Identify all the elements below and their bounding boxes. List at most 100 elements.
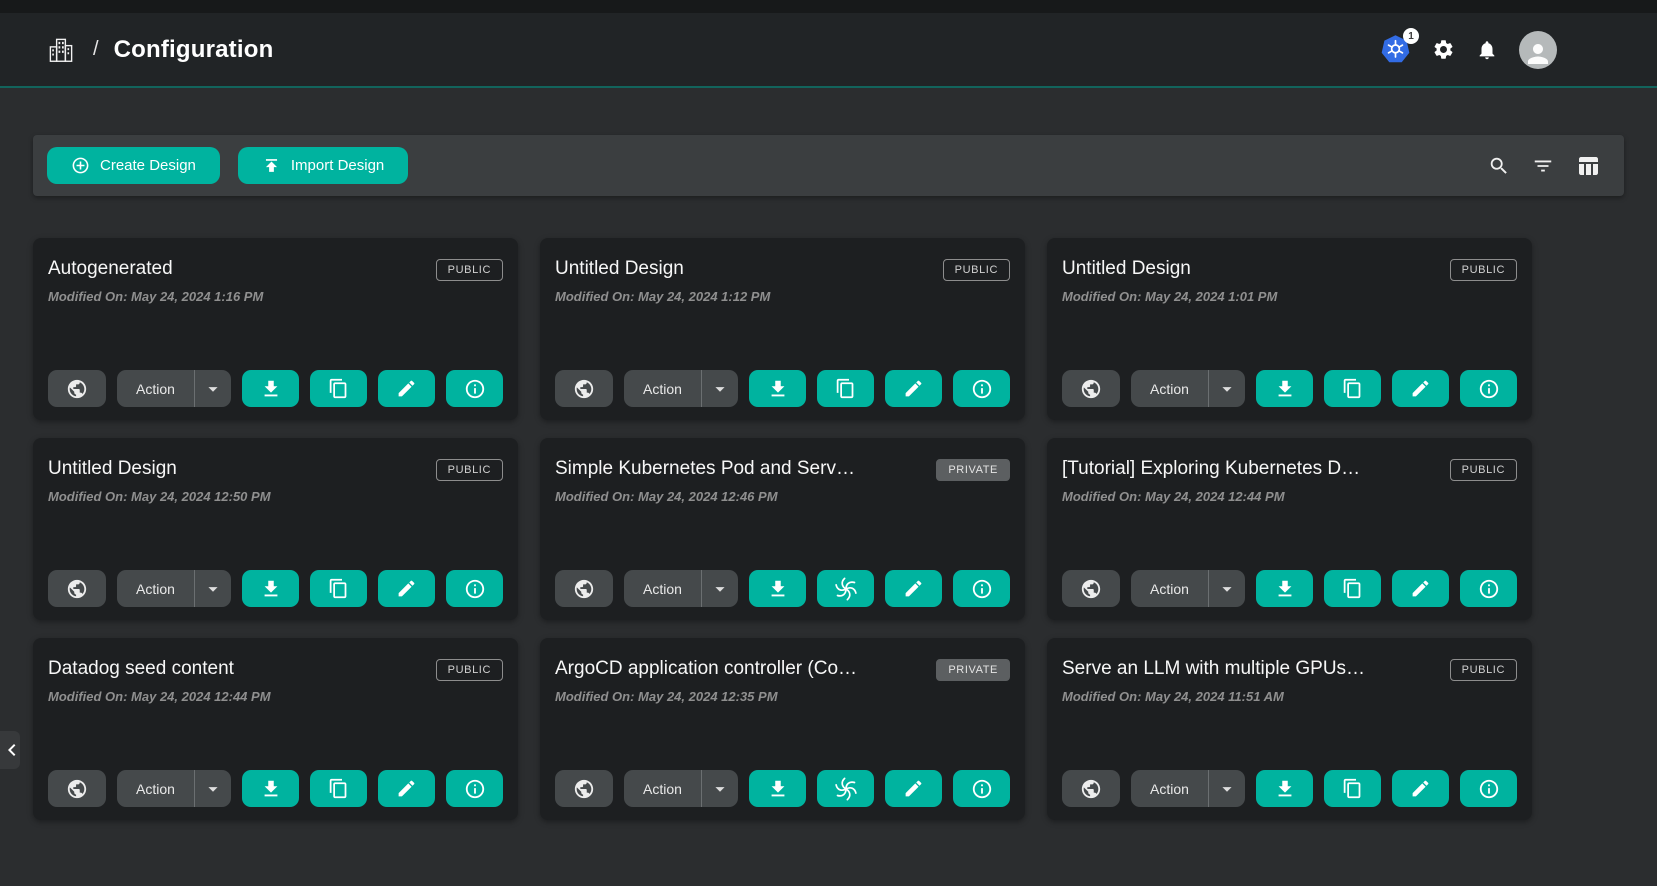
search-icon [1488,155,1510,177]
modified-timestamp: Modified On: May 24, 2024 11:51 AM [1062,689,1517,704]
create-design-button[interactable]: Create Design [47,147,220,184]
settings-button[interactable] [1432,38,1455,61]
page-title: Configuration [114,36,274,64]
filter-icon [1532,155,1554,177]
edit-pencil-icon [396,578,417,599]
modified-timestamp: Modified On: May 24, 2024 1:16 PM [48,289,503,304]
action-button[interactable]: Action [624,770,702,807]
download-button[interactable] [242,370,299,407]
clone-button[interactable] [817,370,874,407]
info-icon [1478,778,1500,800]
download-button[interactable] [749,370,806,407]
edit-button[interactable] [378,770,435,807]
info-button[interactable] [953,770,1010,807]
notifications-button[interactable] [1476,39,1498,61]
chevron-down-icon [1216,778,1238,800]
action-dropdown-button[interactable] [702,570,738,607]
visibility-globe-button[interactable] [555,570,613,607]
filter-button[interactable] [1532,155,1554,177]
drawer-collapse-handle[interactable] [0,731,20,769]
visibility-globe-button[interactable] [555,370,613,407]
info-button[interactable] [953,370,1010,407]
visibility-globe-button[interactable] [1062,370,1120,407]
design-title: Untitled Design [48,458,177,480]
visibility-globe-button[interactable] [1062,770,1120,807]
action-split-button: Action [117,570,231,607]
clone-button[interactable] [1324,370,1381,407]
edit-button[interactable] [885,370,942,407]
clone-icon [328,778,349,799]
clone-button[interactable] [1324,570,1381,607]
info-button[interactable] [446,770,503,807]
edit-button[interactable] [378,370,435,407]
action-button[interactable]: Action [117,370,195,407]
edit-button[interactable] [1392,370,1449,407]
action-button[interactable]: Action [1131,370,1209,407]
chevron-down-icon [202,578,224,600]
action-button[interactable]: Action [1131,770,1209,807]
download-button[interactable] [749,770,806,807]
clone-button[interactable] [1324,770,1381,807]
download-button[interactable] [1256,770,1313,807]
clone-icon [1342,578,1363,599]
edit-button[interactable] [885,570,942,607]
action-button[interactable]: Action [624,370,702,407]
download-icon [1274,778,1296,800]
action-button[interactable]: Action [1131,570,1209,607]
edit-button[interactable] [1392,570,1449,607]
visibility-badge: PUBLIC [436,259,503,281]
modified-timestamp: Modified On: May 24, 2024 12:46 PM [555,489,1010,504]
design-action-button[interactable] [817,570,874,607]
action-dropdown-button[interactable] [702,370,738,407]
download-icon [260,578,282,600]
download-button[interactable] [1256,370,1313,407]
visibility-badge: PUBLIC [943,259,1010,281]
info-button[interactable] [446,370,503,407]
card-action-row: Action [48,570,503,607]
download-button[interactable] [242,770,299,807]
visibility-globe-button[interactable] [555,770,613,807]
clone-button[interactable] [310,370,367,407]
info-button[interactable] [446,570,503,607]
info-icon [464,778,486,800]
action-dropdown-button[interactable] [195,770,231,807]
kubernetes-count-badge: 1 [1403,28,1419,44]
action-button[interactable]: Action [117,770,195,807]
edit-button[interactable] [1392,770,1449,807]
chevron-down-icon [1216,578,1238,600]
clone-button[interactable] [310,570,367,607]
info-icon [464,378,486,400]
download-button[interactable] [242,570,299,607]
info-icon [1478,378,1500,400]
clone-button[interactable] [310,770,367,807]
action-dropdown-button[interactable] [1209,570,1245,607]
info-button[interactable] [953,570,1010,607]
visibility-globe-button[interactable] [48,570,106,607]
action-dropdown-button[interactable] [195,370,231,407]
action-dropdown-button[interactable] [1209,770,1245,807]
user-avatar-button[interactable] [1519,31,1557,69]
action-button[interactable]: Action [117,570,195,607]
action-button[interactable]: Action [624,570,702,607]
kubernetes-context-button[interactable]: 1 [1380,34,1411,65]
public-globe-icon [66,578,88,600]
edit-button[interactable] [378,570,435,607]
download-button[interactable] [749,570,806,607]
import-design-button[interactable]: Import Design [238,147,408,184]
visibility-globe-button[interactable] [1062,570,1120,607]
action-dropdown-button[interactable] [702,770,738,807]
visibility-globe-button[interactable] [48,770,106,807]
info-button[interactable] [1460,770,1517,807]
search-button[interactable] [1488,155,1510,177]
design-action-button[interactable] [817,770,874,807]
clone-icon [328,378,349,399]
info-button[interactable] [1460,370,1517,407]
info-button[interactable] [1460,570,1517,607]
table-view-button[interactable] [1576,154,1600,178]
card-action-row: Action [48,770,503,807]
edit-button[interactable] [885,770,942,807]
action-dropdown-button[interactable] [1209,370,1245,407]
download-button[interactable] [1256,570,1313,607]
action-dropdown-button[interactable] [195,570,231,607]
visibility-globe-button[interactable] [48,370,106,407]
